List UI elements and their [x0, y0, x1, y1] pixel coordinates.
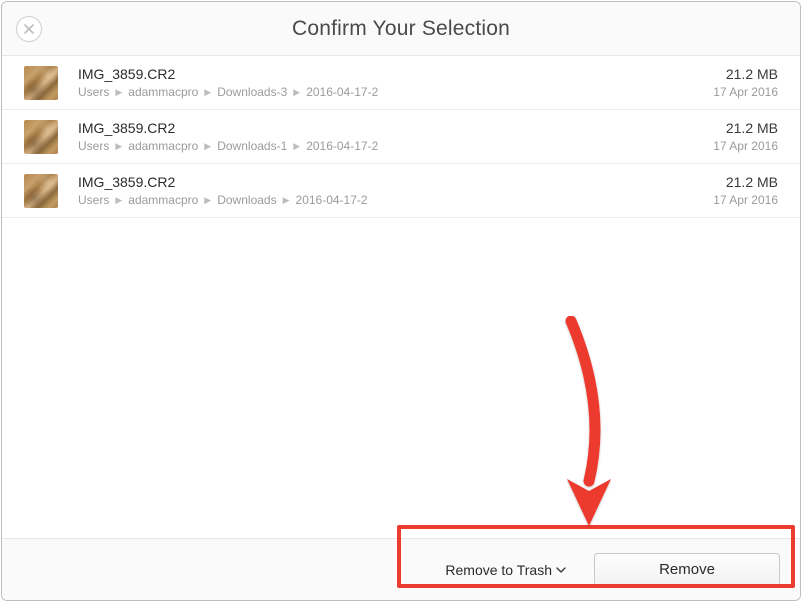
item-main: IMG_3859.CR2 Users ▶ adammacpro ▶ Downlo… [78, 120, 713, 153]
item-meta: 21.2 MB 17 Apr 2016 [713, 120, 778, 153]
close-button[interactable] [16, 16, 42, 42]
path-segment: Users [78, 139, 109, 153]
item-main: IMG_3859.CR2 Users ▶ adammacpro ▶ Downlo… [78, 66, 713, 99]
item-meta: 21.2 MB 17 Apr 2016 [713, 174, 778, 207]
file-date: 17 Apr 2016 [713, 85, 778, 99]
dialog-header: Confirm Your Selection [2, 2, 800, 56]
file-name: IMG_3859.CR2 [78, 174, 713, 190]
list-item[interactable]: IMG_3859.CR2 Users ▶ adammacpro ▶ Downlo… [2, 56, 800, 110]
dialog-title: Confirm Your Selection [292, 17, 510, 41]
file-thumbnail [24, 120, 58, 154]
close-icon [24, 24, 34, 34]
path-segment: Users [78, 193, 109, 207]
chevron-right-icon: ▶ [204, 141, 211, 152]
item-main: IMG_3859.CR2 Users ▶ adammacpro ▶ Downlo… [78, 174, 713, 207]
list-item[interactable]: IMG_3859.CR2 Users ▶ adammacpro ▶ Downlo… [2, 164, 800, 218]
path-segment: Downloads-3 [217, 85, 287, 99]
file-thumbnail [24, 66, 58, 100]
file-name: IMG_3859.CR2 [78, 120, 713, 136]
path-segment: Users [78, 85, 109, 99]
path-segment: adammacpro [128, 193, 198, 207]
file-path: Users ▶ adammacpro ▶ Downloads-3 ▶ 2016-… [78, 85, 713, 99]
file-path: Users ▶ adammacpro ▶ Downloads ▶ 2016-04… [78, 193, 713, 207]
path-segment: adammacpro [128, 85, 198, 99]
dialog-footer: Remove to Trash Remove [2, 538, 800, 600]
confirm-selection-dialog: Confirm Your Selection IMG_3859.CR2 User… [1, 1, 801, 601]
chevron-right-icon: ▶ [283, 195, 290, 206]
path-segment: 2016-04-17-2 [306, 139, 378, 153]
file-size: 21.2 MB [713, 120, 778, 136]
remove-mode-dropdown[interactable]: Remove to Trash [445, 562, 566, 578]
remove-button[interactable]: Remove [594, 553, 780, 587]
chevron-right-icon: ▶ [204, 195, 211, 206]
file-path: Users ▶ adammacpro ▶ Downloads-1 ▶ 2016-… [78, 139, 713, 153]
file-date: 17 Apr 2016 [713, 193, 778, 207]
chevron-right-icon: ▶ [115, 141, 122, 152]
path-segment: Downloads-1 [217, 139, 287, 153]
chevron-right-icon: ▶ [293, 87, 300, 98]
chevron-down-icon [556, 566, 566, 574]
item-meta: 21.2 MB 17 Apr 2016 [713, 66, 778, 99]
remove-mode-label: Remove to Trash [445, 562, 552, 578]
file-size: 21.2 MB [713, 66, 778, 82]
chevron-right-icon: ▶ [115, 87, 122, 98]
path-segment: adammacpro [128, 139, 198, 153]
chevron-right-icon: ▶ [293, 141, 300, 152]
list-item[interactable]: IMG_3859.CR2 Users ▶ adammacpro ▶ Downlo… [2, 110, 800, 164]
file-date: 17 Apr 2016 [713, 139, 778, 153]
file-list: IMG_3859.CR2 Users ▶ adammacpro ▶ Downlo… [2, 56, 800, 218]
file-name: IMG_3859.CR2 [78, 66, 713, 82]
chevron-right-icon: ▶ [204, 87, 211, 98]
chevron-right-icon: ▶ [115, 195, 122, 206]
path-segment: 2016-04-17-2 [296, 193, 368, 207]
file-size: 21.2 MB [713, 174, 778, 190]
file-thumbnail [24, 174, 58, 208]
path-segment: Downloads [217, 193, 276, 207]
path-segment: 2016-04-17-2 [306, 85, 378, 99]
